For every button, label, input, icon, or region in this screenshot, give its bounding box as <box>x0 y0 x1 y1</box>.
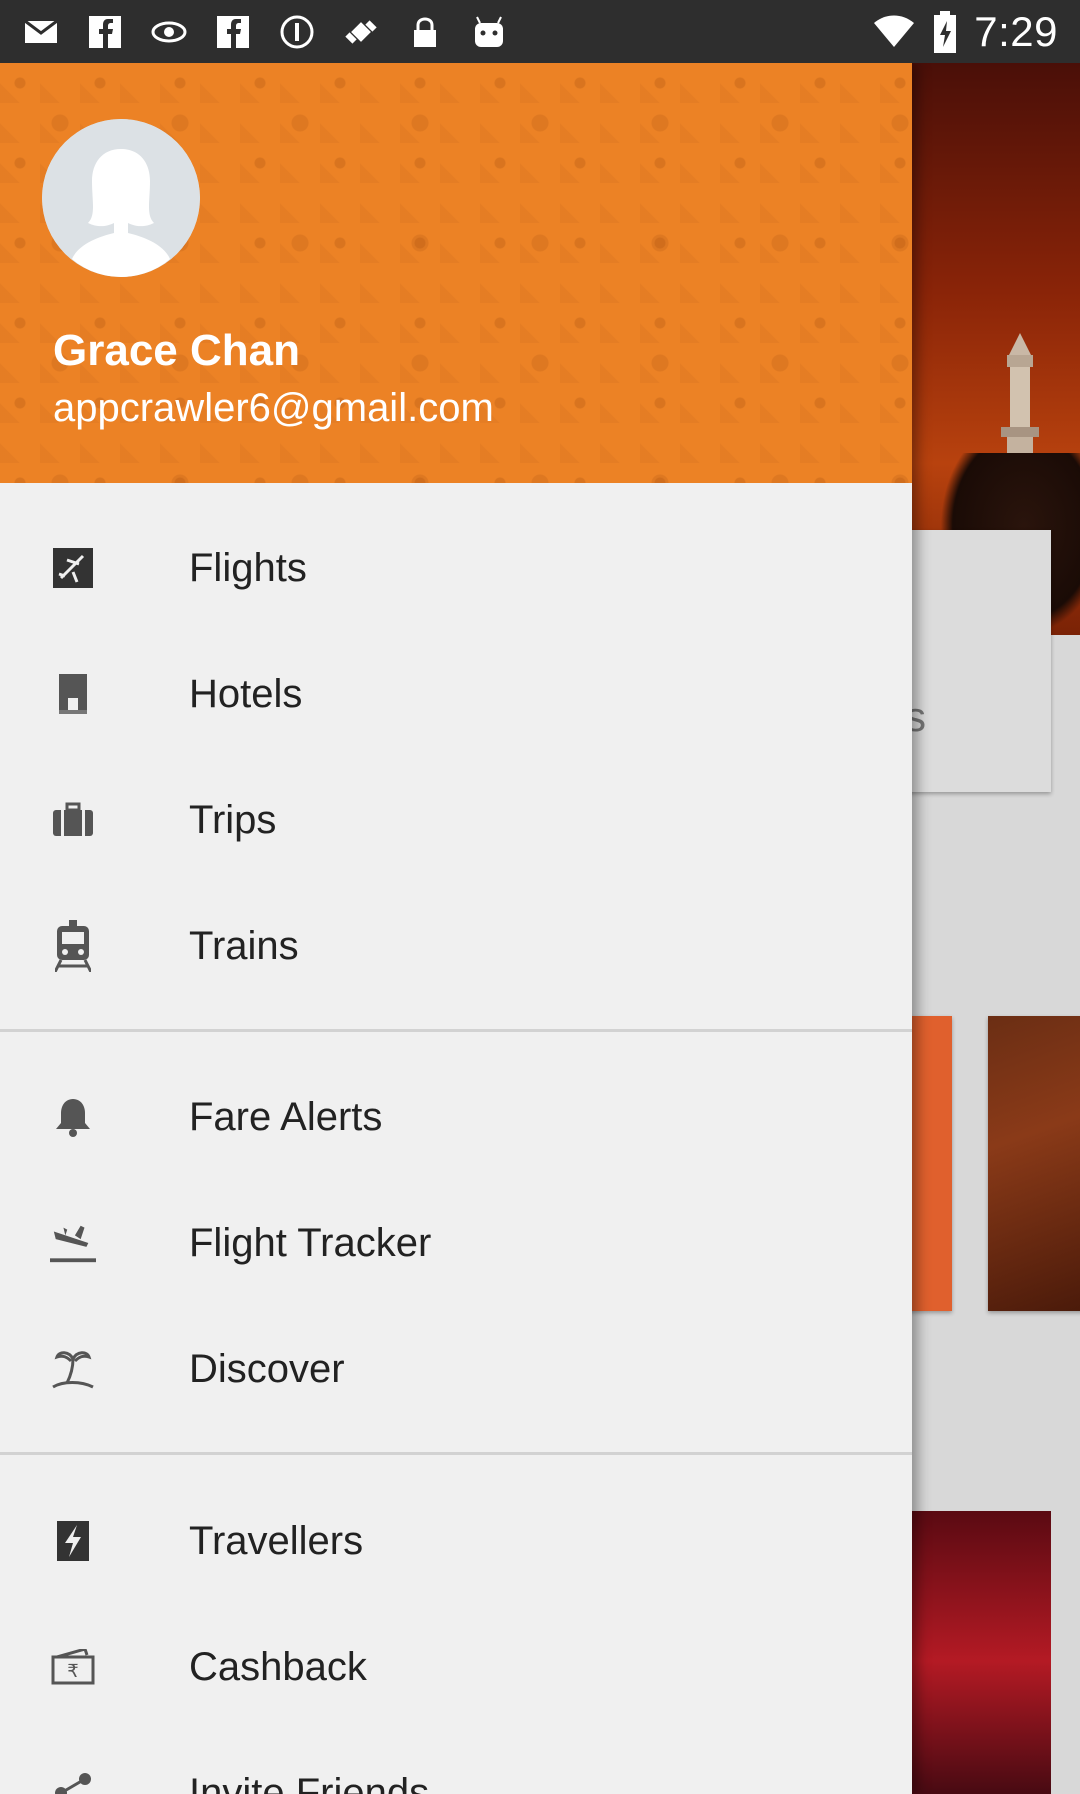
menu-item-label: Travellers <box>189 1518 364 1563</box>
clock: 7:29 <box>974 7 1058 55</box>
menu-item-label: Fare Alerts <box>189 1094 383 1139</box>
menu-item-label: Discover <box>189 1346 345 1391</box>
battery-icon <box>932 10 958 53</box>
hotel-icon <box>50 671 96 717</box>
menu-item-flight-tracker[interactable]: Flight Tracker <box>0 1180 912 1306</box>
lightning-icon <box>50 1518 96 1564</box>
user-email: appcrawler6@gmail.com <box>53 386 494 430</box>
avatar-person-icon <box>42 119 200 277</box>
divider <box>0 1452 912 1455</box>
fake-gps-icon <box>342 13 380 51</box>
drawer-header[interactable]: Grace Chan appcrawler6@gmail.com <box>0 63 912 483</box>
lock-icon <box>406 13 444 51</box>
menu-item-label: Hotels <box>189 671 303 716</box>
notification-icons <box>22 13 508 51</box>
divider <box>0 1029 912 1032</box>
menu-item-label: Cashback <box>189 1644 367 1689</box>
facebook-icon <box>86 13 124 51</box>
navigation-drawer: Grace Chan appcrawler6@gmail.com Flights… <box>0 63 912 1794</box>
share-icon <box>50 1770 96 1794</box>
cash-icon: ₹ <box>50 1644 96 1690</box>
menu-item-invite-friends[interactable]: Invite Friends <box>0 1730 912 1794</box>
hotel-tile-image <box>988 1016 1080 1311</box>
android-icon <box>470 13 508 51</box>
menu-item-travellers[interactable]: Travellers <box>0 1478 912 1604</box>
status-bar: 7:29 <box>0 0 1080 63</box>
menu-item-label: Flights <box>189 545 307 590</box>
menu-item-label: Trips <box>189 797 277 842</box>
user-name: Grace Chan <box>53 326 300 375</box>
flight-land-icon <box>50 1220 96 1266</box>
mail-icon <box>22 13 60 51</box>
info-icon <box>278 13 316 51</box>
facebook-icon <box>214 13 252 51</box>
menu-item-cashback[interactable]: ₹ Cashback <box>0 1604 912 1730</box>
menu-item-fare-alerts[interactable]: Fare Alerts <box>0 1054 912 1180</box>
menu-item-hotels[interactable]: Hotels <box>0 631 912 757</box>
menu-item-trains[interactable]: Trains <box>0 883 912 1009</box>
menu-item-label: Trains <box>189 923 299 968</box>
menu-item-flights[interactable]: Flights <box>0 505 912 631</box>
bell-icon <box>50 1094 96 1140</box>
svg-text:₹: ₹ <box>67 1661 78 1682</box>
menu-item-discover[interactable]: Discover <box>0 1306 912 1432</box>
menu-item-label: Flight Tracker <box>189 1220 432 1265</box>
menu-item-label: Invite Friends <box>189 1770 430 1794</box>
avatar[interactable] <box>42 119 200 277</box>
airplane-icon <box>50 545 96 591</box>
train-icon <box>50 920 96 972</box>
vision-icon <box>150 13 188 51</box>
island-icon <box>50 1346 96 1392</box>
briefcase-icon <box>50 797 96 843</box>
wifi-icon <box>872 13 916 51</box>
menu-item-trips[interactable]: Trips <box>0 757 912 883</box>
